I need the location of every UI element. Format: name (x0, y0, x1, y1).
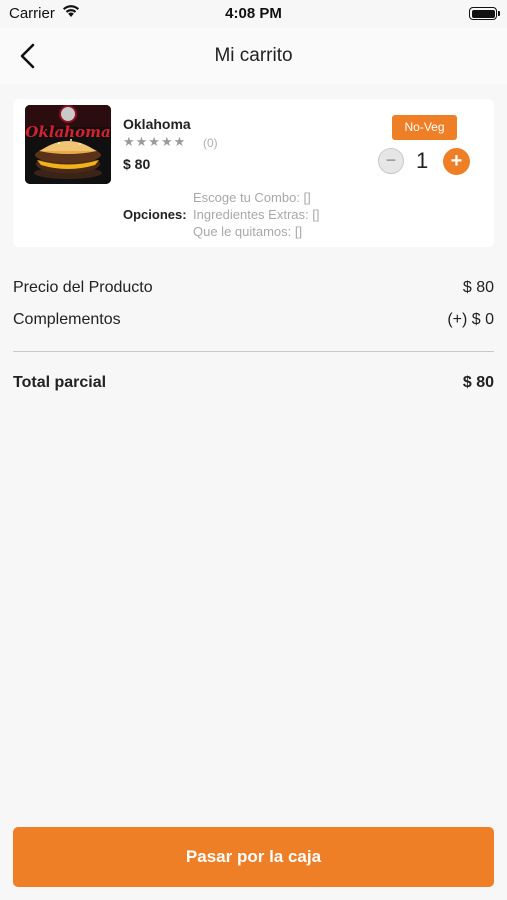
increase-quantity-button[interactable]: + (443, 148, 470, 175)
option-extra-ingredients: Ingredientes Extras: [] (193, 207, 320, 222)
subtotal-value: $ 80 (462, 374, 494, 391)
product-price-row: Precio del Producto $ 80 (13, 279, 494, 297)
product-image: Oklahoma (25, 105, 111, 184)
non-veg-badge: No-Veg (392, 115, 457, 140)
decrease-quantity-button[interactable]: − (378, 148, 404, 174)
cart-item-card: Oklahoma Oklahoma ★★★★★ (0) $ 80 No-Veg … (13, 99, 494, 247)
complements-label: Complementos (13, 311, 121, 328)
status-bar: Carrier 4:08 PM (0, 0, 507, 28)
product-price: $ 80 (123, 156, 151, 172)
option-combo: Escoge tu Combo: [] (193, 190, 311, 205)
checkout-button[interactable]: Pasar por la caja (13, 827, 494, 887)
option-removed-ingredients: Que le quitamos: [] (193, 224, 303, 239)
rating-count: (0) (203, 136, 218, 150)
burger-image: Oklahoma (25, 105, 111, 184)
navigation-bar: Mi carrito (0, 28, 507, 84)
battery-icon (469, 7, 500, 20)
summary-divider (13, 351, 494, 352)
options-label: Opciones: (123, 207, 187, 222)
star-rating: ★★★★★ (123, 134, 187, 149)
product-price-value: $ 80 (462, 279, 494, 296)
complements-value: (+) $ 0 (447, 311, 494, 328)
minus-icon: − (385, 150, 397, 170)
subtotal-label: Total parcial (13, 374, 107, 391)
product-name: Oklahoma (123, 116, 191, 132)
page-title: Mi carrito (214, 45, 293, 66)
quantity-value: 1 (416, 148, 429, 173)
logo-text: Oklahoma (25, 123, 110, 141)
subtotal-row: Total parcial $ 80 (13, 374, 494, 392)
complements-row: Complementos (+) $ 0 (13, 311, 494, 329)
status-time: 4:08 PM (225, 5, 282, 22)
product-price-label: Precio del Producto (13, 279, 153, 296)
plus-icon: + (450, 150, 463, 172)
